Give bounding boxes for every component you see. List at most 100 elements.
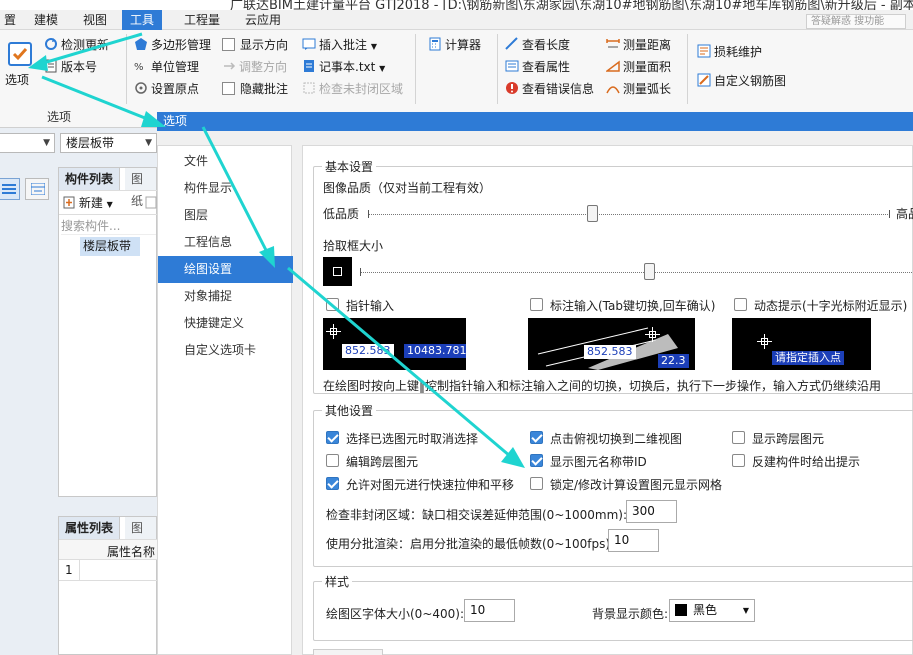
check-update-button[interactable]: 检测更新 — [44, 35, 109, 55]
edit-cross-floor-checkbox[interactable] — [326, 454, 339, 467]
nav-item-shortcuts[interactable]: 快捷键定义 — [158, 310, 293, 337]
lock-grid-checkbox[interactable] — [530, 477, 543, 490]
new-file-icon — [63, 196, 75, 209]
nav-item-custom-tab[interactable]: 自定义选项卡 — [158, 337, 293, 364]
tab-property-list[interactable]: 属性列表 — [59, 517, 121, 539]
custom-rebar-button[interactable]: 自定义钢筋图 — [697, 71, 786, 91]
hide-annotation-checkbox[interactable] — [222, 82, 235, 95]
error-icon — [506, 82, 518, 94]
version-button[interactable]: 版本号 — [44, 57, 97, 77]
annotation-icon — [302, 38, 316, 50]
nav-item-layer[interactable]: 图层 — [158, 202, 293, 229]
row-number: 1 — [65, 563, 73, 577]
dynamic-hint-preview: 请指定插入点 — [732, 318, 871, 370]
nav-item-component-display[interactable]: 构件显示 — [158, 175, 293, 202]
crosshair-icon — [757, 334, 772, 349]
view-errors-button[interactable]: 查看错误信息 — [505, 79, 594, 99]
nav-item-file[interactable]: 文件 — [158, 148, 293, 175]
table-row[interactable]: 1 — [59, 560, 158, 581]
options-dialog: 文件 构件显示 图层 工程信息 绘图设置 对象捕捉 快捷键定义 自定义选项卡 基… — [157, 131, 913, 655]
nav-item-object-snap[interactable]: 对象捕捉 — [158, 283, 293, 310]
hide-annotation-label: 隐藏批注 — [240, 82, 289, 96]
check-update-label: 检测更新 — [61, 38, 110, 52]
detail-view-button[interactable] — [25, 178, 49, 200]
grid-icon — [31, 183, 45, 195]
measure-arc-button[interactable]: 测量弧长 — [606, 79, 671, 99]
menu-item-quantity[interactable]: 工程量 — [176, 10, 228, 30]
dimension-input-checkbox[interactable] — [530, 298, 543, 311]
dialog-title-bar[interactable]: 选项 — [157, 112, 913, 131]
svg-text:%: % — [134, 62, 144, 73]
pick-box-slider[interactable] — [644, 263, 656, 280]
calculator-button[interactable]: 计算器 — [428, 35, 481, 55]
loss-maintain-button[interactable]: 损耗维护 — [697, 42, 762, 62]
view-attributes-label: 查看属性 — [522, 60, 571, 74]
view-length-button[interactable]: 查看长度 — [505, 35, 570, 55]
font-size-input[interactable]: 10 — [464, 599, 515, 622]
left-sidebar: ▼ 楼层板带 ▼ 构件列表 图纸 新建 ▼ 搜索构件... 楼层板带 属性列表 … — [0, 128, 158, 655]
nav-item-project-info[interactable]: 工程信息 — [158, 229, 293, 256]
floor-combo[interactable]: ▼ — [0, 133, 55, 153]
tab-drawing[interactable]: 图纸 — [125, 168, 156, 208]
origin-icon — [135, 82, 147, 94]
reverse-build-hint-checkbox[interactable] — [732, 454, 745, 467]
new-component-button[interactable]: 新建 ▼ — [63, 194, 113, 211]
top-view-2d-checkbox[interactable] — [530, 431, 543, 444]
options-content: 基本设置 图像品质（仅对当前工程有效） 低品质 高品质 拾取框大小 指针输入 标… — [302, 145, 913, 655]
help-search-input[interactable]: 答疑解惑 搜功能 — [806, 14, 906, 29]
pointer-input-label: 指针输入 — [346, 299, 395, 313]
unclosed-range-input[interactable]: 300 — [626, 500, 677, 523]
dimension-input-label: 标注输入(Tab键切换,回车确认) — [550, 299, 716, 313]
measure-area-button[interactable]: 测量面积 — [606, 57, 671, 77]
options-button[interactable]: 选项 — [3, 42, 37, 90]
image-quality-track — [368, 214, 890, 215]
batch-render-input[interactable]: 10 — [608, 529, 659, 552]
copy-icon[interactable] — [145, 196, 157, 209]
polygon-manage-button[interactable]: 多边形管理 — [134, 35, 211, 55]
unclosed-range-label: 检查非封闭区域：缺口相交误差延伸范围(0~1000mm): — [326, 508, 628, 522]
options-icon — [8, 42, 32, 66]
pointer-input-checkbox[interactable] — [326, 298, 339, 311]
property-name-header: 属性名称 — [107, 545, 156, 559]
show-name-id-checkbox[interactable] — [530, 454, 543, 467]
image-quality-slider[interactable] — [587, 205, 599, 222]
insert-annotation-button[interactable]: 插入批注 ▼ — [302, 35, 377, 55]
quick-stretch-checkbox[interactable] — [326, 477, 339, 490]
notepad-button[interactable]: 记事本.txt ▼ — [302, 57, 385, 77]
other-settings-title: 其他设置 — [322, 402, 377, 419]
adjust-direction-button: 调整方向 — [222, 57, 287, 77]
unit-manage-button[interactable]: % 单位管理 — [134, 57, 199, 77]
deselect-selected-checkbox[interactable] — [326, 431, 339, 444]
show-direction-toggle[interactable]: 显示方向 — [222, 35, 288, 55]
reverse-build-hint-label: 反建构件时给出提示 — [752, 455, 861, 469]
menu-item-settings[interactable]: 置 — [0, 10, 24, 30]
window-title: 广联达BIM土建计量平台 GTJ2018 - [D:\钢筋新图\东湖家园\东湖1… — [230, 0, 913, 10]
list-view-button[interactable] — [0, 178, 20, 200]
bottom-button-partial[interactable] — [313, 649, 383, 655]
layer-combo[interactable]: 楼层板带 ▼ — [60, 133, 157, 153]
measure-distance-button[interactable]: 测量距离 — [606, 35, 671, 55]
set-origin-button[interactable]: 设置原点 — [134, 79, 199, 99]
bg-color-select[interactable]: 黑色 ▼ — [669, 599, 755, 622]
component-search-input[interactable]: 搜索构件... — [61, 217, 156, 235]
view-attributes-button[interactable]: 查看属性 — [505, 57, 570, 77]
attributes-icon — [505, 60, 519, 72]
quick-stretch-label: 允许对图元进行快速拉伸和平移 — [346, 478, 515, 492]
menu-item-cloud[interactable]: 云应用 — [237, 10, 289, 30]
menu-item-view[interactable]: 视图 — [75, 10, 115, 30]
custom-rebar-label: 自定义钢筋图 — [714, 74, 787, 88]
preview-x-value: 852.583 — [342, 344, 394, 358]
list-icon — [2, 184, 16, 194]
menu-item-modeling[interactable]: 建模 — [26, 10, 66, 30]
slider-tick — [360, 268, 361, 276]
tree-item-floor-band[interactable]: 楼层板带 — [80, 237, 140, 256]
dynamic-hint-checkbox[interactable] — [734, 298, 747, 311]
bg-color-label: 背景显示颜色: — [592, 607, 669, 621]
show-cross-floor-checkbox[interactable] — [732, 431, 745, 444]
tab-layer[interactable]: 图层 — [125, 517, 156, 557]
show-direction-checkbox[interactable] — [222, 38, 235, 51]
hide-annotation-toggle[interactable]: 隐藏批注 — [222, 79, 288, 99]
nav-item-drawing-settings[interactable]: 绘图设置 — [158, 256, 293, 283]
tab-component-list[interactable]: 构件列表 — [59, 168, 121, 190]
menu-item-tools[interactable]: 工具 — [122, 10, 163, 30]
